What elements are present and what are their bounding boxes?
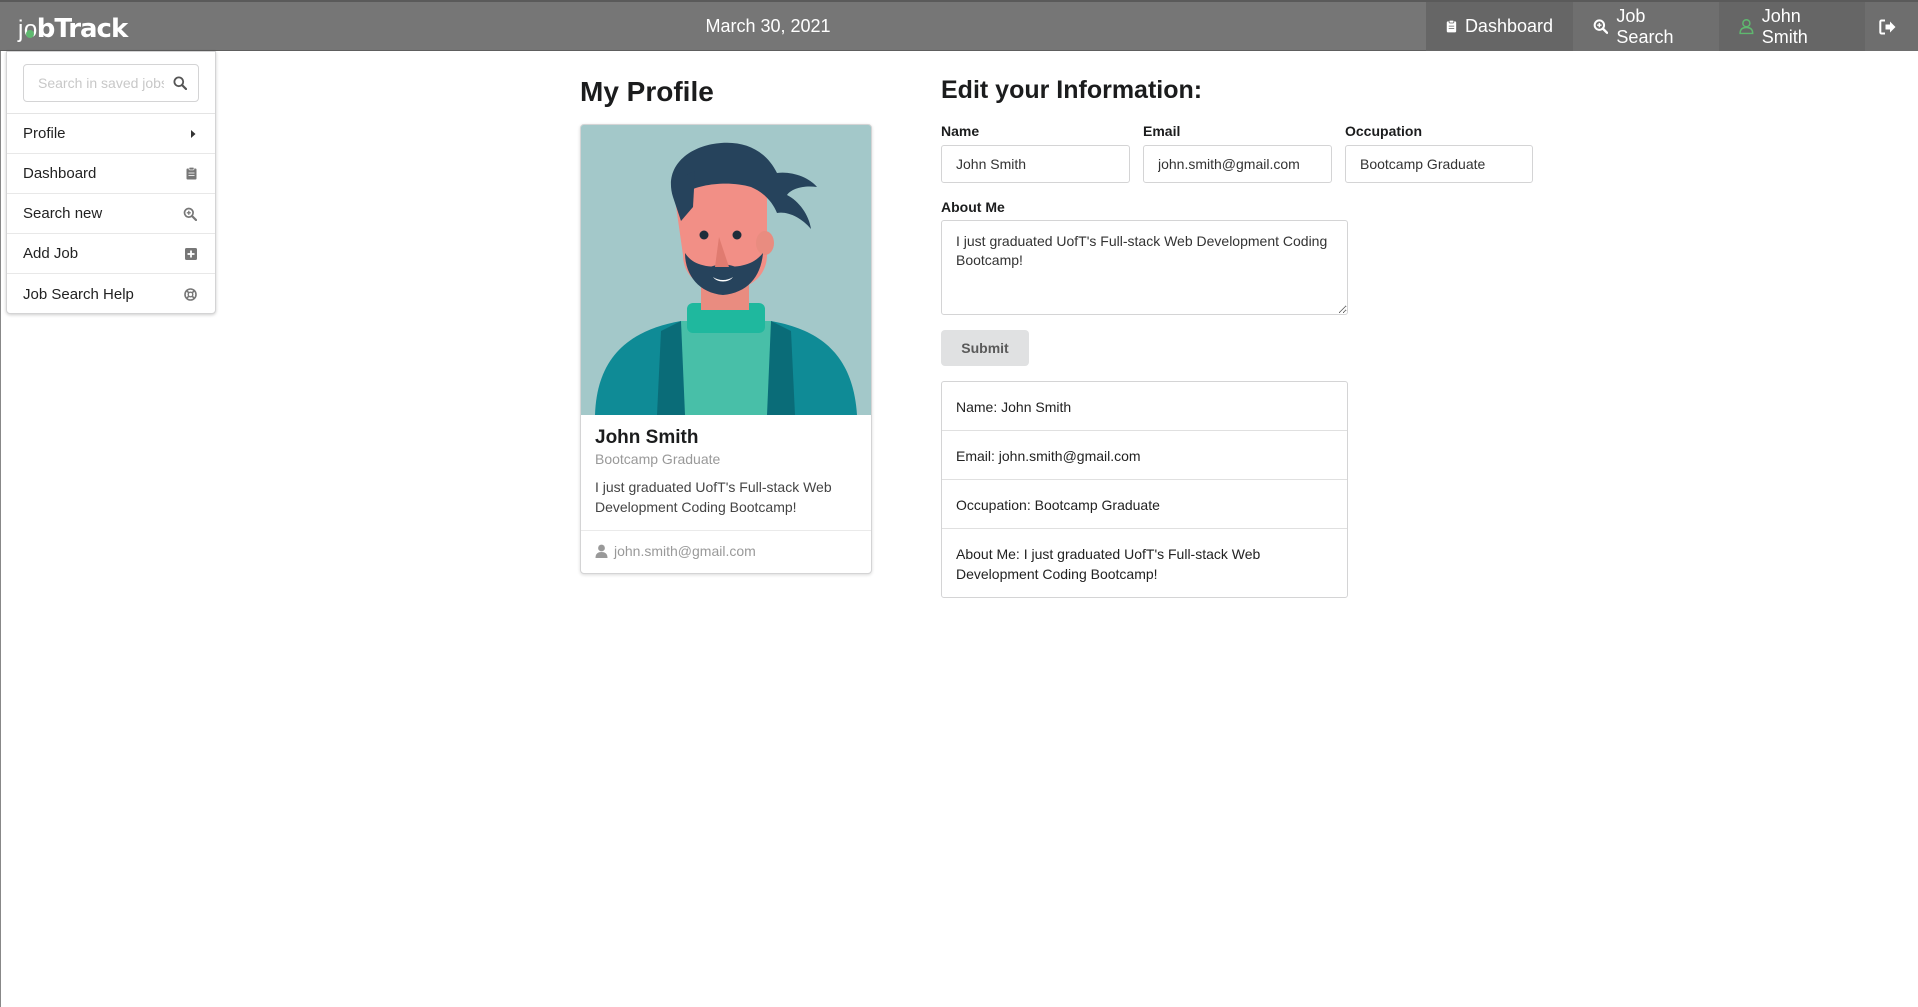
page-title: My Profile xyxy=(580,76,714,107)
user-icon xyxy=(1739,19,1754,35)
clipboard-icon xyxy=(186,167,197,180)
nav-user-profile[interactable]: John Smith xyxy=(1719,2,1865,51)
profile-card: John Smith Bootcamp Graduate I just grad… xyxy=(580,124,872,574)
sidebar-item-label: Add Job xyxy=(23,245,79,262)
occupation-label: Occupation xyxy=(1345,123,1423,139)
sidebar-item-job-search-help[interactable]: Job Search Help xyxy=(7,274,215,314)
search-icon[interactable] xyxy=(173,76,187,90)
sidebar-item-add-job[interactable]: Add Job xyxy=(7,234,215,274)
name-field[interactable] xyxy=(941,145,1130,183)
summary-occupation: Occupation: Bootcamp Graduate xyxy=(942,480,1347,529)
top-navbar: j o bTrack March 30, 2021 Dashboard Job Se… xyxy=(0,0,1918,51)
sidebar-item-label: Job Search Help xyxy=(23,285,134,303)
nav-job-search-label: Job Search xyxy=(1616,5,1674,47)
about-me-textarea[interactable]: I just graduated UofT's Full-stack Web D… xyxy=(941,220,1348,315)
nav-dashboard[interactable]: Dashboard xyxy=(1426,2,1573,51)
profile-email-row: john.smith@gmail.com xyxy=(581,531,871,571)
zoom-in-icon xyxy=(183,207,197,221)
about-label: About Me xyxy=(941,199,1005,215)
profile-about: I just graduated UofT's Full-stack Web D… xyxy=(595,479,832,515)
search-zoom-icon xyxy=(1593,19,1609,35)
sidebar-item-profile[interactable]: Profile xyxy=(7,114,215,154)
nav-menu: Dashboard Job Search John Smith xyxy=(1426,2,1918,51)
window-edge xyxy=(0,51,1,1007)
sidebar-item-label: Dashboard xyxy=(23,165,97,182)
current-date: March 30, 2021 xyxy=(705,16,831,36)
profile-name: John Smith xyxy=(595,427,699,448)
profile-email: john.smith@gmail.com xyxy=(614,543,756,559)
profile-occupation: Bootcamp Graduate xyxy=(595,451,721,467)
sidebar-search xyxy=(7,52,215,114)
summary-name: Name: John Smith xyxy=(942,382,1347,431)
edit-title: Edit your Information: xyxy=(941,76,1203,104)
info-summary-list: Name: John Smith Email: john.smith@gmail… xyxy=(941,381,1348,598)
email-label: Email xyxy=(1143,123,1181,139)
sign-out-icon xyxy=(1878,19,1895,34)
life-ring-icon xyxy=(184,287,197,301)
occupation-field[interactable] xyxy=(1345,145,1533,183)
summary-email: Email: john.smith@gmail.com xyxy=(942,431,1347,480)
nav-user-label: John Smith xyxy=(1761,5,1808,47)
clipboard-icon xyxy=(1446,19,1457,33)
submit-button[interactable]: Submit xyxy=(941,330,1029,366)
nav-job-search[interactable]: Job Search xyxy=(1573,2,1719,51)
logout-button[interactable] xyxy=(1865,2,1918,51)
avatar xyxy=(581,125,871,415)
sidebar-item-label: Search new xyxy=(23,205,103,222)
caret-right-icon xyxy=(191,129,196,138)
sidebar-item-label: Profile xyxy=(23,125,66,142)
sidebar-item-dashboard[interactable]: Dashboard xyxy=(7,154,215,194)
summary-about: About Me: I just graduated UofT's Full-s… xyxy=(956,546,1261,582)
email-field[interactable] xyxy=(1143,145,1332,183)
nav-dashboard-label: Dashboard xyxy=(1464,16,1553,36)
card-content: John Smith Bootcamp Graduate I just grad… xyxy=(581,415,871,531)
name-label: Name xyxy=(941,123,980,139)
user-icon xyxy=(595,544,608,558)
plus-square-icon xyxy=(185,247,197,260)
sidebar-menu: Profile Dashboard Search new Add Job Job… xyxy=(6,51,216,314)
sidebar-item-search-new[interactable]: Search new xyxy=(7,194,215,234)
